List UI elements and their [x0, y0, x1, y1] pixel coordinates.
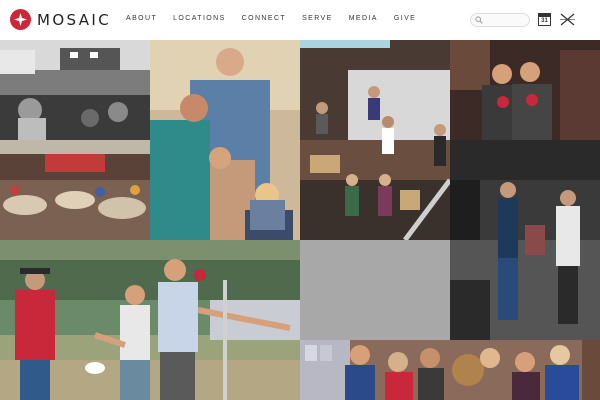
nav-give[interactable]: GIVE	[394, 15, 416, 22]
nav-locations[interactable]: LOCATIONS	[173, 15, 226, 22]
nav-media[interactable]: MEDIA	[349, 15, 378, 22]
search-icon	[475, 16, 483, 24]
close-icon[interactable]	[560, 13, 575, 26]
group-selfie-photo[interactable]	[300, 340, 600, 400]
worship-gathering-photo[interactable]	[0, 40, 150, 240]
calendar-icon[interactable]: 31	[538, 13, 551, 26]
main-nav: ABOUT LOCATIONS CONNECT SERVE MEDIA GIVE	[126, 15, 432, 22]
family-portrait-photo[interactable]	[150, 40, 300, 240]
site-header: MOSAIC ABOUT LOCATIONS CONNECT SERVE MED…	[0, 0, 600, 40]
logo-cross-icon	[10, 9, 31, 30]
site-logo[interactable]: MOSAIC	[10, 9, 111, 30]
frisbee-game-photo[interactable]	[0, 240, 300, 400]
nav-connect[interactable]: CONNECT	[242, 15, 286, 22]
loading-placeholder	[300, 240, 450, 340]
search-box[interactable]	[470, 13, 530, 27]
nav-serve[interactable]: SERVE	[302, 15, 333, 22]
team-shirts-photo[interactable]	[450, 40, 600, 140]
conversation-room-photo[interactable]	[450, 140, 600, 340]
calendar-day: 31	[538, 17, 551, 26]
logo-text: MOSAIC	[37, 10, 112, 29]
nav-about[interactable]: ABOUT	[126, 15, 157, 22]
photo-mosaic	[0, 40, 600, 400]
stage-band-photo[interactable]	[300, 40, 450, 240]
search-input[interactable]	[485, 15, 527, 25]
